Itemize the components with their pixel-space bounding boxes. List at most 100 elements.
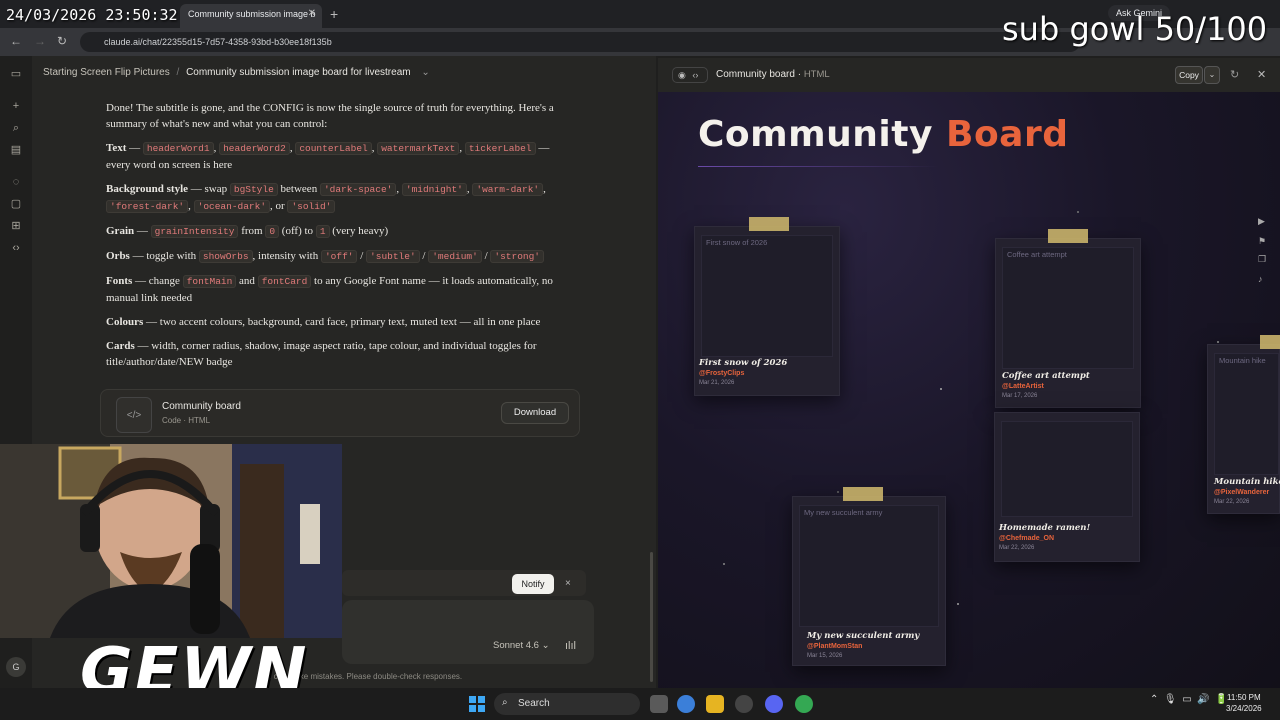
bookmark-icon[interactable]: ⚑: [1258, 236, 1266, 247]
chevron-down-icon[interactable]: ⌄: [1204, 66, 1220, 84]
card-author: @Chefmade_ON: [999, 535, 1055, 542]
avatar[interactable]: G: [6, 657, 26, 677]
code-chip: headerWord2: [219, 142, 290, 155]
tape: [1048, 229, 1088, 243]
board-card[interactable]: Coffee art attempt Coffee art attempt @L…: [995, 229, 1141, 408]
bg-item: Background style — swap bgStyle between …: [106, 183, 546, 213]
board-card[interactable]: Homemade ramen! @Chefmade_ON Mar 22, 202…: [994, 412, 1140, 562]
board-heading: Community Board: [698, 112, 1069, 158]
tab-active[interactable]: Community submission image b ✕: [180, 4, 322, 28]
obs-icon[interactable]: [735, 695, 753, 713]
breadcrumb-chat-title[interactable]: Community submission image board for liv…: [186, 67, 411, 78]
card-author: @PixelWanderer: [1214, 489, 1270, 496]
back-icon[interactable]: ←: [10, 34, 22, 48]
folder-icon[interactable]: ▢: [9, 198, 23, 210]
projects-icon[interactable]: ▤: [9, 144, 23, 156]
heading-underline: [698, 166, 938, 167]
code-chip: 'subtle': [366, 250, 420, 263]
new-tab-icon[interactable]: +: [330, 6, 338, 22]
play-icon[interactable]: ▶: [1258, 216, 1265, 227]
card-author: @PlantMomStan: [807, 643, 863, 650]
item-text: , or: [270, 200, 288, 212]
new-chat-icon[interactable]: +: [9, 100, 23, 112]
copy-button[interactable]: Copy: [1175, 66, 1203, 84]
orbs-item: Orbs — toggle with showOrbs, intensity w…: [106, 248, 566, 265]
code-chip: showOrbs: [198, 250, 253, 263]
card-image: Coffee art attempt: [1002, 247, 1134, 369]
close-panel-icon[interactable]: ✕: [1257, 68, 1266, 81]
item-text: and: [236, 275, 258, 287]
reload-icon[interactable]: ↻: [57, 34, 67, 48]
code-chip: 'medium': [428, 250, 482, 263]
code-file-icon: </>: [116, 397, 152, 433]
artifact-subtitle: Code · HTML: [162, 416, 211, 425]
preview-code-toggle[interactable]: ◉ ‹›: [672, 67, 708, 83]
browser-icon[interactable]: [795, 695, 813, 713]
item-text: — two accent colours, background, card f…: [143, 316, 541, 328]
card-title: Coffee art attempt: [1002, 371, 1090, 381]
file-explorer-icon[interactable]: [706, 695, 724, 713]
board-card[interactable]: My new succulent army My new succulent a…: [792, 487, 946, 666]
scrollbar[interactable]: [650, 552, 653, 682]
code-chip: grainIntensity: [150, 225, 239, 238]
taskbar-search[interactable]: ⌕ Search: [494, 693, 640, 715]
eye-icon[interactable]: ◉: [678, 70, 686, 80]
card-date: Mar 15, 2026: [807, 653, 843, 659]
taskbar-clock[interactable]: 11:50 PM 3/24/2026: [1226, 692, 1262, 714]
refresh-icon[interactable]: ↻: [1230, 68, 1239, 81]
board-card[interactable]: Mountain hike Mountain hike d @PixelWand…: [1207, 335, 1280, 514]
model-name: Sonnet 4.6: [493, 640, 539, 651]
chevron-down-icon[interactable]: ⌄: [421, 67, 429, 78]
code-chip: bgStyle: [229, 183, 278, 196]
item-text: (off) to: [279, 225, 316, 237]
item-label: Colours: [106, 316, 144, 328]
text-item: Text — headerWord1, headerWord2, counter…: [106, 142, 550, 171]
model-selector[interactable]: Sonnet 4.6 ⌄: [493, 640, 550, 651]
forward-icon[interactable]: →: [34, 34, 46, 48]
breadcrumb-project[interactable]: Starting Screen Flip Pictures: [43, 67, 170, 78]
code-chip: 0: [265, 225, 280, 238]
item-text: — swap: [188, 183, 230, 195]
card-date: Mar 22, 2026: [999, 545, 1035, 551]
code-chip: 'forest-dark': [106, 200, 189, 213]
fonts-item: Fonts — change fontMain and fontCard to …: [106, 273, 566, 306]
search-icon: ⌕: [502, 697, 508, 708]
voice-icon[interactable]: ılıl: [565, 640, 576, 652]
chats-icon[interactable]: ◌: [9, 176, 23, 188]
code-chip: 'strong': [490, 250, 544, 263]
tab-close-icon[interactable]: ✕: [308, 8, 316, 19]
sidebar-toggle-icon[interactable]: ▭: [9, 68, 23, 80]
notify-button[interactable]: Notify: [512, 574, 554, 594]
windows-start-icon[interactable]: [469, 696, 485, 712]
card-author: @LatteArtist: [1002, 383, 1044, 390]
card-title: My new succulent army: [807, 631, 920, 641]
card-author: @FrostyClips: [699, 370, 745, 377]
artifacts-icon[interactable]: ⊞: [9, 220, 23, 232]
chrome-icon[interactable]: [677, 695, 695, 713]
close-icon[interactable]: ×: [565, 578, 571, 589]
search-icon[interactable]: ⌕: [9, 122, 23, 134]
item-label: Orbs: [106, 250, 130, 262]
copy-icon[interactable]: ❐: [1258, 254, 1266, 265]
card-title: Mountain hike d: [1214, 477, 1280, 487]
task-view-icon[interactable]: [650, 695, 668, 713]
mic-icon[interactable]: ♪: [1258, 274, 1263, 284]
code-icon[interactable]: ‹›: [9, 242, 23, 254]
code-chip: 'ocean-dark': [193, 200, 271, 213]
card-date: Mar 21, 2026: [699, 380, 735, 386]
item-text: , intensity with: [252, 250, 321, 262]
url-field[interactable]: claude.ai/chat/22355d15-7d57-4358-93bd-b…: [80, 32, 1080, 52]
assistant-message: Done! The subtitle is gone, and the CONF…: [106, 100, 566, 378]
code-icon[interactable]: ‹›: [692, 70, 698, 80]
board-card[interactable]: First snow of 2026 First snow of 2026 @F…: [694, 217, 840, 396]
breadcrumb: Starting Screen Flip Pictures / Communit…: [43, 67, 430, 78]
webcam-feed: [0, 444, 342, 638]
stream-clock: 24/03/2026 23:50:32: [6, 6, 178, 24]
item-text: — width, corner radius, shadow, image as…: [106, 340, 537, 368]
message-composer[interactable]: [342, 600, 594, 664]
download-button[interactable]: Download: [501, 402, 569, 424]
system-tray[interactable]: ⌃ 🎙 ▭ 🔊 🔋: [1150, 694, 1228, 705]
panel-title-text: Community board: [716, 69, 795, 80]
card-image: [1001, 421, 1133, 517]
discord-icon[interactable]: [765, 695, 783, 713]
